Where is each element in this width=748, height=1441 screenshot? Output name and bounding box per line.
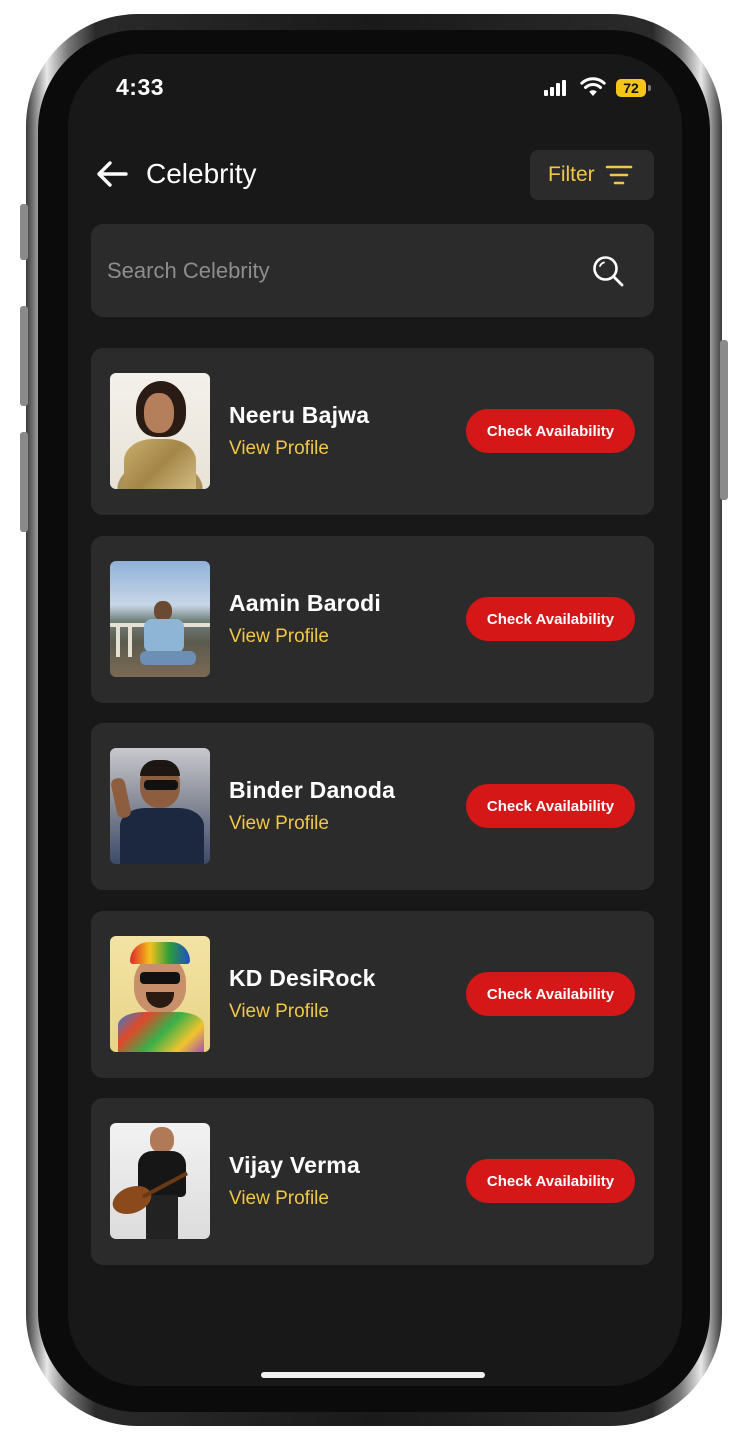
- volume-down-button: [20, 432, 28, 532]
- view-profile-link[interactable]: View Profile: [229, 813, 329, 835]
- celebrity-avatar[interactable]: [110, 373, 210, 489]
- celebrity-name: Binder Danoda: [229, 777, 396, 803]
- page-title: Celebrity: [146, 158, 257, 189]
- wifi-icon: [580, 77, 606, 96]
- view-profile-link[interactable]: View Profile: [229, 1188, 329, 1210]
- check-availability-button[interactable]: Check Availability: [466, 972, 635, 1016]
- check-availability-button[interactable]: Check Availability: [466, 1159, 635, 1203]
- celebrity-name: Vijay Verma: [229, 1152, 360, 1178]
- celebrity-card: Neeru Bajwa View Profile Check Availabil…: [91, 348, 654, 515]
- page-header: Celebrity Filter: [68, 144, 682, 204]
- status-bar: 4:33 72: [68, 54, 682, 124]
- arrow-left-icon[interactable]: [94, 156, 130, 192]
- filter-lines-icon: [605, 165, 632, 185]
- celebrity-card: KD DesiRock View Profile Check Availabil…: [91, 911, 654, 1078]
- check-availability-button[interactable]: Check Availability: [466, 784, 635, 828]
- search-bar: [91, 224, 654, 317]
- app-screen: 4:33 72 Celebrity Filter Search Celebrit…: [68, 54, 682, 1386]
- filter-button[interactable]: Filter: [530, 150, 654, 200]
- volume-up-button: [20, 306, 28, 406]
- check-availability-button[interactable]: Check Availability: [466, 597, 635, 641]
- power-button: [720, 340, 728, 500]
- celebrity-name: Aamin Barodi: [229, 590, 381, 616]
- celebrity-name: Neeru Bajwa: [229, 402, 370, 428]
- celebrity-card: Binder Danoda View Profile Check Availab…: [91, 723, 654, 890]
- battery-level-badge: 72: [616, 79, 646, 97]
- status-time: 4:33: [116, 74, 165, 100]
- search-icon[interactable]: [591, 254, 625, 288]
- battery-tip: [648, 85, 651, 91]
- mute-switch: [20, 204, 28, 260]
- cellular-signal-icon: [544, 80, 568, 96]
- view-profile-link[interactable]: View Profile: [229, 1001, 329, 1023]
- home-indicator[interactable]: [261, 1372, 485, 1378]
- celebrity-name: KD DesiRock: [229, 965, 376, 991]
- celebrity-avatar[interactable]: [110, 936, 210, 1052]
- celebrity-card: Aamin Barodi View Profile Check Availabi…: [91, 536, 654, 703]
- celebrity-avatar[interactable]: [110, 561, 210, 677]
- check-availability-button[interactable]: Check Availability: [466, 409, 635, 453]
- celebrity-card: Vijay Verma View Profile Check Availabil…: [91, 1098, 654, 1265]
- view-profile-link[interactable]: View Profile: [229, 438, 329, 460]
- search-input[interactable]: [107, 224, 577, 317]
- celebrity-avatar[interactable]: [110, 748, 210, 864]
- celebrity-avatar[interactable]: [110, 1123, 210, 1239]
- view-profile-link[interactable]: View Profile: [229, 626, 329, 648]
- filter-label: Filter: [548, 163, 595, 186]
